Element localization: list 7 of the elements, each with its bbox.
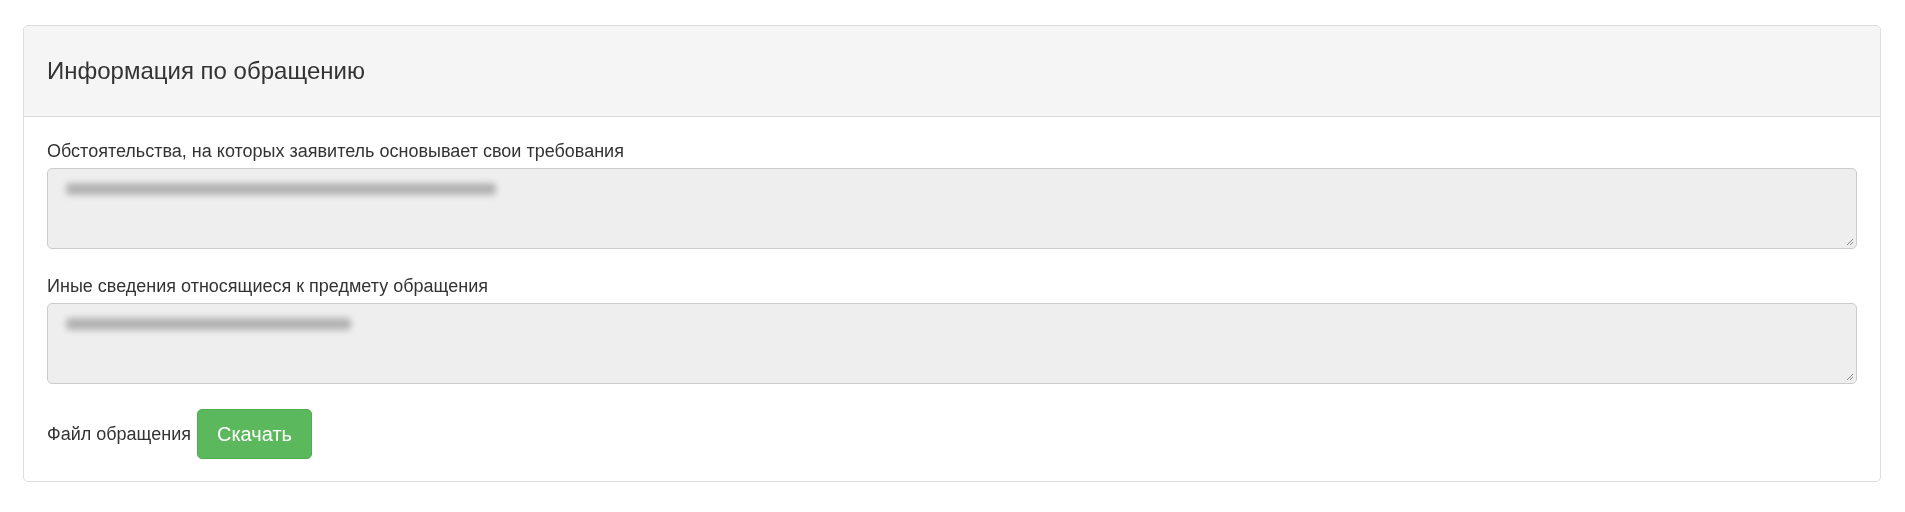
- file-label: Файл обращения: [47, 422, 191, 446]
- download-button[interactable]: Скачать: [196, 409, 312, 459]
- resize-handle-icon: [1845, 237, 1854, 246]
- panel-title: Информация по обращению: [47, 56, 365, 86]
- field-label: Иные сведения относящиеся к предмету обращения: [47, 275, 489, 298]
- resize-handle-icon: [1845, 372, 1854, 381]
- field-label: Обстоятельства, на которых заявитель основывает свои требования: [47, 140, 625, 163]
